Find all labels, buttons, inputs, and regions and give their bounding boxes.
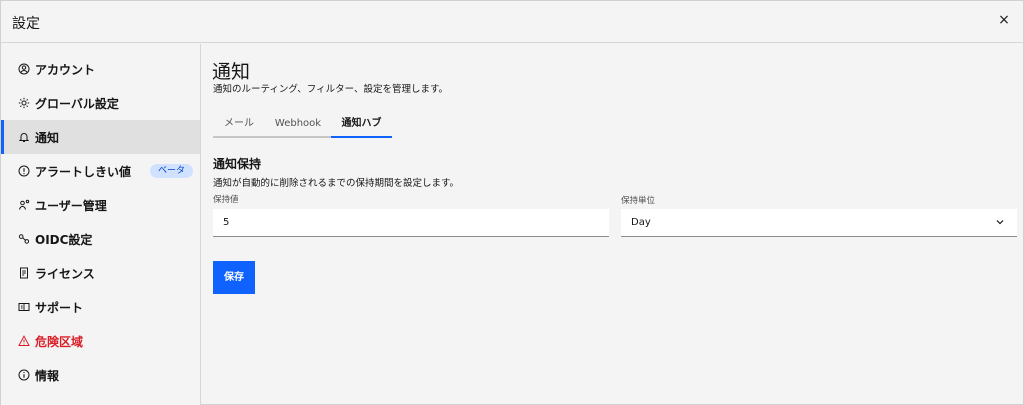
- sidebar-item-label: グローバル設定: [35, 97, 119, 111]
- warning-icon: [17, 334, 31, 348]
- alert-circle-icon: [17, 164, 31, 178]
- title-bar: 設定 ×: [1, 1, 1023, 43]
- sidebar-item-license[interactable]: ライセンス: [1, 256, 200, 290]
- sidebar-item-label: 情報: [35, 369, 60, 383]
- tab-email[interactable]: メール: [213, 114, 265, 138]
- page-description: 通知のルーティング、フィルター、設定を管理します。: [213, 84, 449, 95]
- sidebar-item-danger-zone[interactable]: 危険区域: [1, 324, 200, 358]
- sidebar-item-label: OIDC設定: [35, 233, 93, 247]
- sidebar-item-user-management[interactable]: ユーザー管理: [1, 188, 200, 222]
- sidebar-item-global-settings[interactable]: グローバル設定: [1, 86, 200, 120]
- sidebar-item-label: 通知: [35, 131, 60, 145]
- main-content: 通知 通知のルーティング、フィルター、設定を管理します。 メール Webhook…: [202, 44, 1024, 405]
- sidebar-item-alert-thresholds[interactable]: アラートしきい値 ベータ: [1, 154, 200, 188]
- sidebar-item-info[interactable]: 情報: [1, 358, 200, 392]
- page-title: 通知: [212, 61, 251, 83]
- sidebar-item-support[interactable]: サポート: [1, 290, 200, 324]
- sidebar-item-label: サポート: [35, 301, 84, 315]
- user-admin-icon: [17, 198, 31, 212]
- sidebar-item-label: 危険区域: [35, 335, 84, 349]
- support-icon: [17, 300, 31, 314]
- sidebar-item-label: アカウント: [35, 63, 96, 77]
- retention-value-input[interactable]: 5: [213, 209, 609, 237]
- sidebar-item-label: ライセンス: [35, 267, 95, 281]
- save-button[interactable]: 保存: [213, 261, 255, 294]
- connect-icon: [17, 232, 31, 246]
- sidebar-item-label: アラートしきい値: [35, 165, 132, 179]
- bell-icon: [17, 130, 31, 144]
- beta-badge: ベータ: [150, 164, 194, 178]
- tab-webhook[interactable]: Webhook: [265, 114, 331, 138]
- sidebar: アカウント グローバル設定 通知 アラートしきい値 ベータ ユーザー管理 OID…: [1, 44, 201, 405]
- section-description: 通知が自動的に削除されるまでの保持期間を設定します。: [213, 178, 460, 189]
- settings-window: 設定 × アカウント グローバル設定 通知 アラートしきい値 ベータ ユーザー管…: [0, 0, 1024, 405]
- close-icon[interactable]: ×: [995, 11, 1013, 29]
- retention-value-label: 保持値: [213, 195, 239, 205]
- info-icon: [17, 368, 31, 382]
- sidebar-item-label: ユーザー管理: [35, 199, 107, 213]
- tab-notification-hub[interactable]: 通知ハブ: [331, 114, 392, 138]
- gear-icon: [17, 96, 31, 110]
- sidebar-item-notifications[interactable]: 通知: [1, 120, 200, 154]
- document-icon: [17, 266, 31, 280]
- sidebar-item-account[interactable]: アカウント: [1, 52, 200, 86]
- sidebar-item-oidc-settings[interactable]: OIDC設定: [1, 222, 200, 256]
- user-circle-icon: [17, 62, 31, 76]
- section-title: 通知保持: [213, 157, 262, 171]
- retention-unit-select[interactable]: Day: [621, 209, 1017, 237]
- retention-unit-label: 保持単位: [621, 196, 656, 206]
- tab-list: メール Webhook 通知ハブ: [213, 114, 392, 138]
- retention-unit-value: Day: [631, 217, 651, 228]
- chevron-down-icon: [995, 217, 1005, 227]
- window-title: 設定: [12, 16, 40, 32]
